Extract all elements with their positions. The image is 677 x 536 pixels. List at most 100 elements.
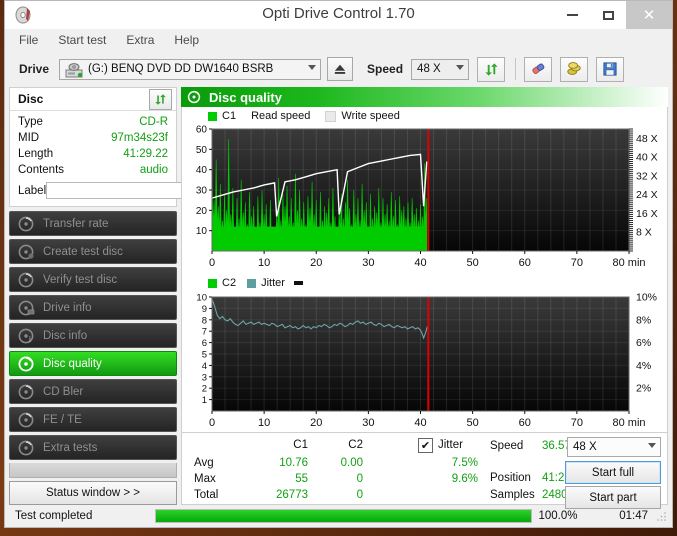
stats-c2-total: 0 — [356, 489, 363, 501]
chart1-legend: C1 Read speed Write speed — [208, 110, 400, 122]
refresh-icon — [155, 93, 166, 105]
sidebar-item-fe-te[interactable]: FE / TE — [9, 407, 177, 432]
erase-button[interactable] — [524, 56, 553, 82]
disc-label-row: Label — [18, 179, 217, 202]
svg-text:70: 70 — [571, 257, 583, 269]
svg-text:6%: 6% — [636, 337, 651, 349]
disc-row-contents-key: Contents — [18, 164, 65, 176]
sidebar-item-label: Extra tests — [43, 441, 98, 454]
svg-text:2: 2 — [202, 384, 207, 395]
menu-item-help[interactable]: Help — [174, 33, 199, 47]
minimize-button[interactable] — [554, 1, 590, 29]
svg-text:0: 0 — [209, 417, 215, 429]
svg-text:8%: 8% — [636, 314, 651, 326]
svg-text:70: 70 — [571, 417, 583, 429]
disc-burn-icon — [18, 244, 34, 260]
disc-label-key: Label — [18, 184, 47, 197]
status-window-button[interactable]: Status window > > — [9, 481, 177, 505]
start-full-button[interactable]: Start full — [565, 461, 661, 484]
svg-text:0: 0 — [209, 257, 215, 269]
progress-bar — [155, 509, 532, 523]
sidebar-item-transfer-rate[interactable]: Transfer rate — [9, 211, 177, 236]
svg-text:30: 30 — [362, 417, 374, 429]
svg-text:8: 8 — [202, 315, 207, 326]
close-button[interactable]: ✕ — [626, 1, 672, 29]
refresh-button[interactable] — [477, 56, 506, 82]
drive-icon — [65, 62, 83, 77]
disc-row-mid: MID 97m34s23f — [18, 130, 168, 146]
legend-label-write-speed: Write speed — [341, 110, 400, 122]
sidebar-item-verify-test-disc[interactable]: Verify test disc — [9, 267, 177, 292]
sidebar-item-disc-info[interactable]: i Disc info — [9, 323, 177, 348]
stats-jitter-max: 9.6% — [451, 473, 478, 485]
speed-select[interactable]: 48 X — [411, 58, 470, 80]
elapsed-time: 01:47 — [619, 510, 648, 522]
svg-text:20: 20 — [310, 417, 322, 429]
menu-item-extra[interactable]: Extra — [126, 33, 154, 47]
resize-grip-icon[interactable] — [656, 510, 668, 522]
legend-swatch-c1 — [208, 111, 217, 121]
jitter-checkbox[interactable]: ✔ — [418, 438, 433, 453]
chevron-down-icon — [308, 64, 317, 70]
disc-row-length-value: 41:29.22 — [123, 148, 168, 160]
legend-label-jitter: Jitter — [261, 277, 285, 289]
svg-text:1: 1 — [202, 395, 207, 406]
sidebar-item-disc-quality[interactable]: Disc quality — [9, 351, 177, 376]
chevron-down-icon — [456, 64, 465, 70]
legend-swatch-c2 — [208, 278, 217, 288]
legend-swatch-jitter — [247, 278, 257, 288]
save-icon — [603, 62, 617, 76]
sidebar-item-cd-bler[interactable]: CD Bler — [9, 379, 177, 404]
svg-text:10: 10 — [258, 257, 270, 269]
right-panel: Disc quality C1 Read speed Write speed 1… — [181, 87, 668, 509]
svg-text:10: 10 — [258, 417, 270, 429]
disc-label-input[interactable] — [46, 182, 197, 199]
stats-col-c2-header: C2 — [348, 439, 363, 451]
svg-text:32 X: 32 X — [636, 170, 658, 182]
sidebar-item-label: Disc quality — [43, 357, 102, 370]
menu-item-start-test[interactable]: Start test — [58, 33, 106, 47]
sidebar-item-create-test-disc[interactable]: Create test disc — [9, 239, 177, 264]
svg-text:40: 40 — [414, 417, 426, 429]
stats-row-total-label: Total — [194, 489, 219, 501]
disc-refresh-button[interactable] — [149, 88, 172, 110]
stats-position-label: Position — [490, 472, 531, 484]
disc-row-type-key: Type — [18, 116, 43, 128]
disc-panel-header: Disc — [10, 88, 176, 111]
start-part-button[interactable]: Start part — [565, 486, 661, 509]
menu-item-file[interactable]: File — [19, 33, 38, 47]
drive-select[interactable]: (G:) BENQ DVD DD DW1640 BSRB — [59, 58, 322, 80]
minimize-icon — [566, 14, 578, 16]
svg-text:i: i — [29, 335, 31, 344]
disc-extra-icon — [18, 440, 34, 456]
disc-quality-icon — [18, 356, 34, 372]
c2-jitter-chart[interactable]: 1 2 3 4 5 6 7 8 9 10 2% 4% 6% 8% 10% 0 10 20 30 40 50 60 70 80 … — [182, 293, 677, 433]
c1-errors-chart[interactable]: 10 20 30 40 50 60 8 X 16 X 24 X 32 X 40 X 48 X 0 10 20… — [182, 125, 677, 273]
drive-select-value: (G:) BENQ DVD DD DW1640 BSRB — [88, 63, 274, 75]
disc-row-contents-value: audio — [139, 164, 168, 176]
check-icon: ✔ — [420, 440, 431, 452]
chevron-down-icon — [648, 443, 656, 448]
svg-text:10%: 10% — [636, 293, 657, 304]
svg-text:40 X: 40 X — [636, 152, 658, 164]
sidebar-filler — [9, 463, 177, 478]
main-body: Disc Type CD-R MID 97m34s23f Length 41:2… — [5, 87, 672, 509]
maximize-button[interactable] — [590, 1, 626, 29]
drive-info-icon — [18, 300, 35, 316]
status-text: Test completed — [15, 510, 93, 522]
sidebar-item-extra-tests[interactable]: Extra tests — [9, 435, 177, 460]
svg-text:20: 20 — [310, 257, 322, 269]
eject-button[interactable] — [327, 57, 354, 81]
sidebar-item-drive-info[interactable]: Drive info — [9, 295, 177, 320]
page-title: Disc quality — [209, 89, 282, 105]
left-sidebar: Disc Type CD-R MID 97m34s23f Length 41:2… — [9, 87, 217, 505]
coins-button[interactable] — [560, 56, 589, 82]
close-icon: ✕ — [642, 7, 656, 24]
stats-c2-max: 0 — [356, 473, 363, 485]
stats-speed-select[interactable]: 48 X — [567, 437, 661, 457]
disc-panel-title: Disc — [18, 92, 44, 106]
svg-text:4: 4 — [202, 361, 207, 372]
svg-text:40: 40 — [196, 165, 208, 176]
save-button[interactable] — [596, 56, 625, 82]
speed-label: Speed — [367, 62, 404, 76]
